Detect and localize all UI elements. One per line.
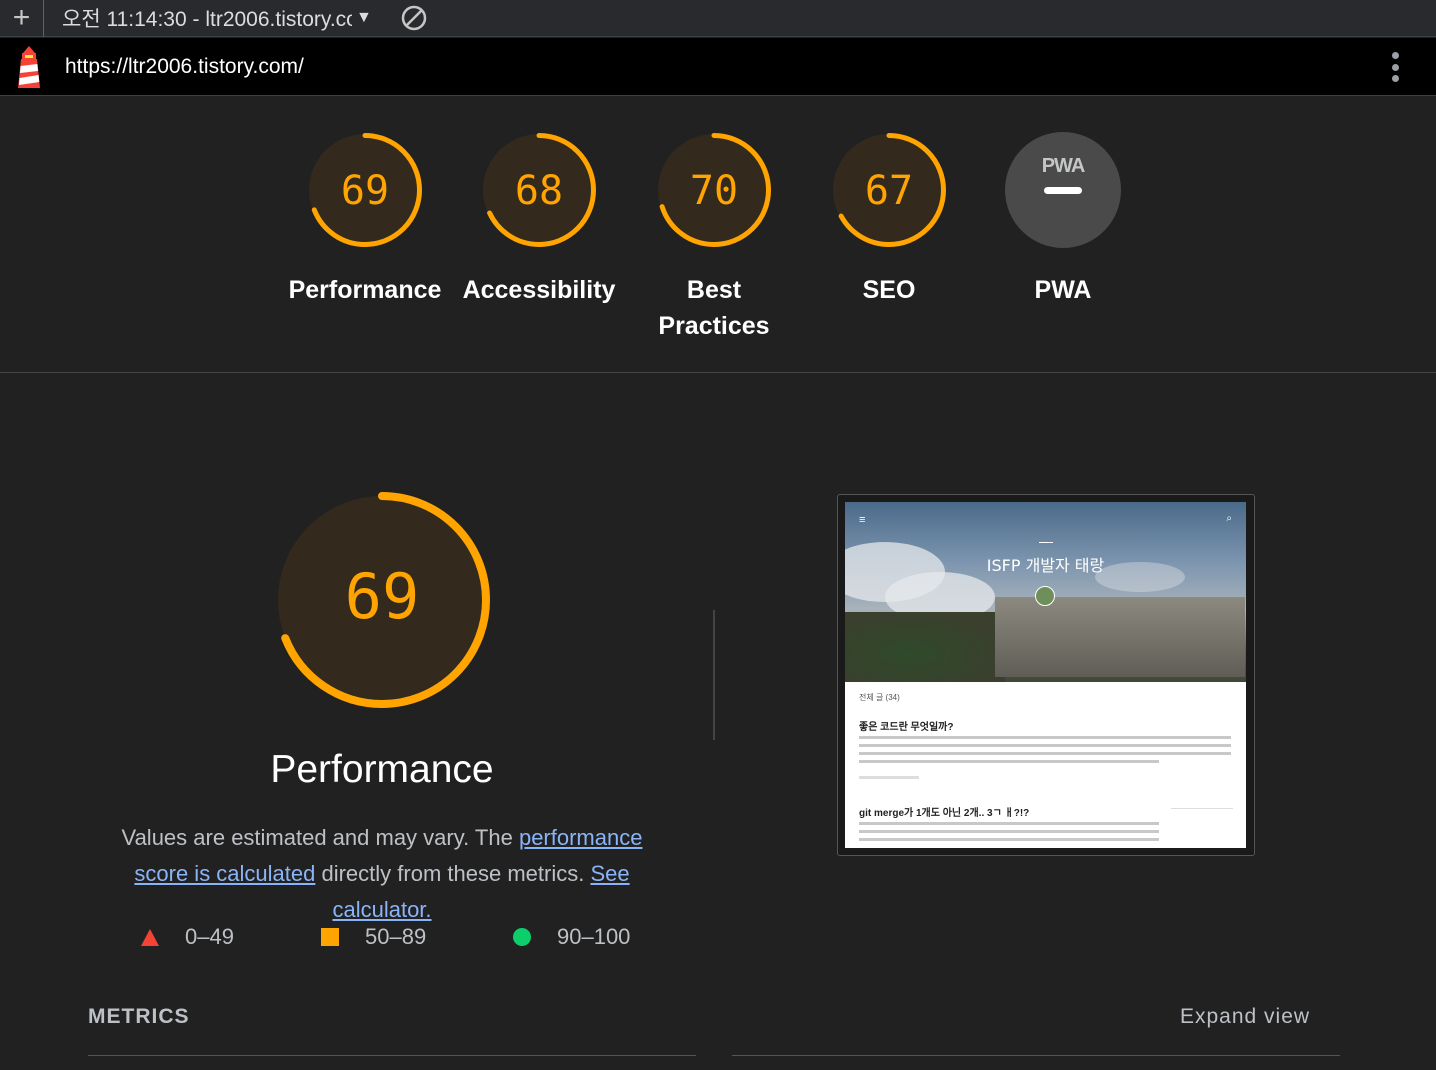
- new-report-button[interactable]: +: [0, 0, 44, 37]
- divider: [88, 1055, 696, 1056]
- performance-title: Performance: [270, 748, 494, 791]
- triangle-icon: [141, 928, 159, 946]
- avatar: [1035, 586, 1055, 606]
- post-count: 전체 글 (34): [859, 693, 900, 702]
- gauge-label: Best Practices: [658, 276, 770, 340]
- devtools-toolbar: + 오전 11:14:30 - ltr2006.tistory.com ▼: [0, 0, 1436, 37]
- report-selector[interactable]: 오전 11:14:30 - ltr2006.tistory.com: [62, 3, 352, 33]
- divider: [732, 1055, 1340, 1056]
- blog-title: ISFP 개발자 태랑: [986, 556, 1105, 575]
- gauge-label: Accessibility: [462, 276, 616, 304]
- score-ring: 69: [308, 133, 422, 247]
- legend-range: 0–49: [185, 924, 234, 949]
- category-scores: 69 Performance 68 Accessibility 70 Best …: [0, 96, 1436, 373]
- legend-fail: 0–49: [141, 924, 234, 950]
- sidebar-preview: [1171, 808, 1233, 848]
- svg-text:70: 70: [690, 168, 738, 214]
- gauge-label: PWA: [1034, 276, 1092, 304]
- expand-view-button[interactable]: Expand view: [1180, 1005, 1310, 1029]
- svg-text:PWA: PWA: [1042, 155, 1085, 177]
- score-legend: 0–49 50–89 90–100: [0, 924, 760, 954]
- report-session-label: 오전 11:14:30 - ltr2006.tistory.com: [62, 8, 352, 31]
- gauge-seo[interactable]: 67 SEO: [809, 130, 969, 308]
- score-ring: 67: [832, 133, 946, 247]
- menu-icon: ≡: [859, 514, 866, 526]
- metrics-heading: METRICS: [88, 1005, 190, 1028]
- svg-text:69: 69: [341, 168, 389, 214]
- report-url[interactable]: https://ltr2006.tistory.com/: [65, 55, 304, 79]
- gauge-pwa[interactable]: PWA PWA: [983, 130, 1143, 308]
- post-title: git merge가 1개도 아닌 2개.. 3ㄱ ㅐ?!?: [859, 808, 1030, 819]
- performance-score-value: 69: [345, 560, 420, 633]
- circle-icon: [513, 928, 531, 946]
- blog-post-list: 전체 글 (34) 좋은 코드란 무엇일까? git merge가 1개도 아닌…: [845, 682, 1246, 848]
- performance-description: Values are estimated and may vary. The p…: [92, 820, 672, 928]
- score-ring: 70: [657, 133, 771, 247]
- legend-average: 50–89: [321, 924, 426, 950]
- gauge-best-practices[interactable]: 70 Best Practices: [634, 130, 794, 344]
- gauge-label: SEO: [862, 276, 916, 304]
- post-title: 좋은 코드란 무엇일까?: [859, 722, 954, 733]
- more-options-icon[interactable]: [1390, 52, 1400, 82]
- lighthouse-logo-icon: [18, 45, 40, 88]
- svg-text:68: 68: [515, 168, 563, 214]
- chevron-down-icon[interactable]: ▼: [356, 9, 372, 27]
- gauge-label: Performance: [288, 276, 442, 304]
- square-icon: [321, 928, 339, 946]
- desc-text: Values are estimated and may vary. The: [121, 825, 519, 850]
- legend-pass: 90–100: [513, 924, 630, 950]
- legend-range: 50–89: [365, 924, 427, 949]
- desc-text: directly from these metrics.: [315, 861, 591, 886]
- screenshot-image: ≡ ⌕ ISFP 개발자 태랑 전체 글 (34) 좋은 코드란 무엇일까? g…: [845, 502, 1246, 848]
- search-icon: ⌕: [1226, 513, 1232, 524]
- gauge-performance[interactable]: 69 Performance: [285, 130, 445, 308]
- blog-hero-image: ≡ ⌕ ISFP 개발자 태랑: [845, 502, 1246, 682]
- report-url-bar: https://ltr2006.tistory.com/: [0, 38, 1436, 96]
- clear-icon[interactable]: [400, 4, 428, 32]
- svg-text:67: 67: [865, 168, 913, 214]
- performance-score-gauge: 69: [274, 492, 490, 708]
- score-ring: 68: [482, 133, 596, 247]
- final-screenshot[interactable]: ≡ ⌕ ISFP 개발자 태랑 전체 글 (34) 좋은 코드란 무엇일까? g…: [837, 494, 1255, 856]
- pwa-badge-icon: PWA: [1005, 132, 1121, 248]
- divider: [713, 610, 715, 740]
- gauge-accessibility[interactable]: 68 Accessibility: [459, 130, 619, 308]
- legend-range: 90–100: [557, 924, 631, 949]
